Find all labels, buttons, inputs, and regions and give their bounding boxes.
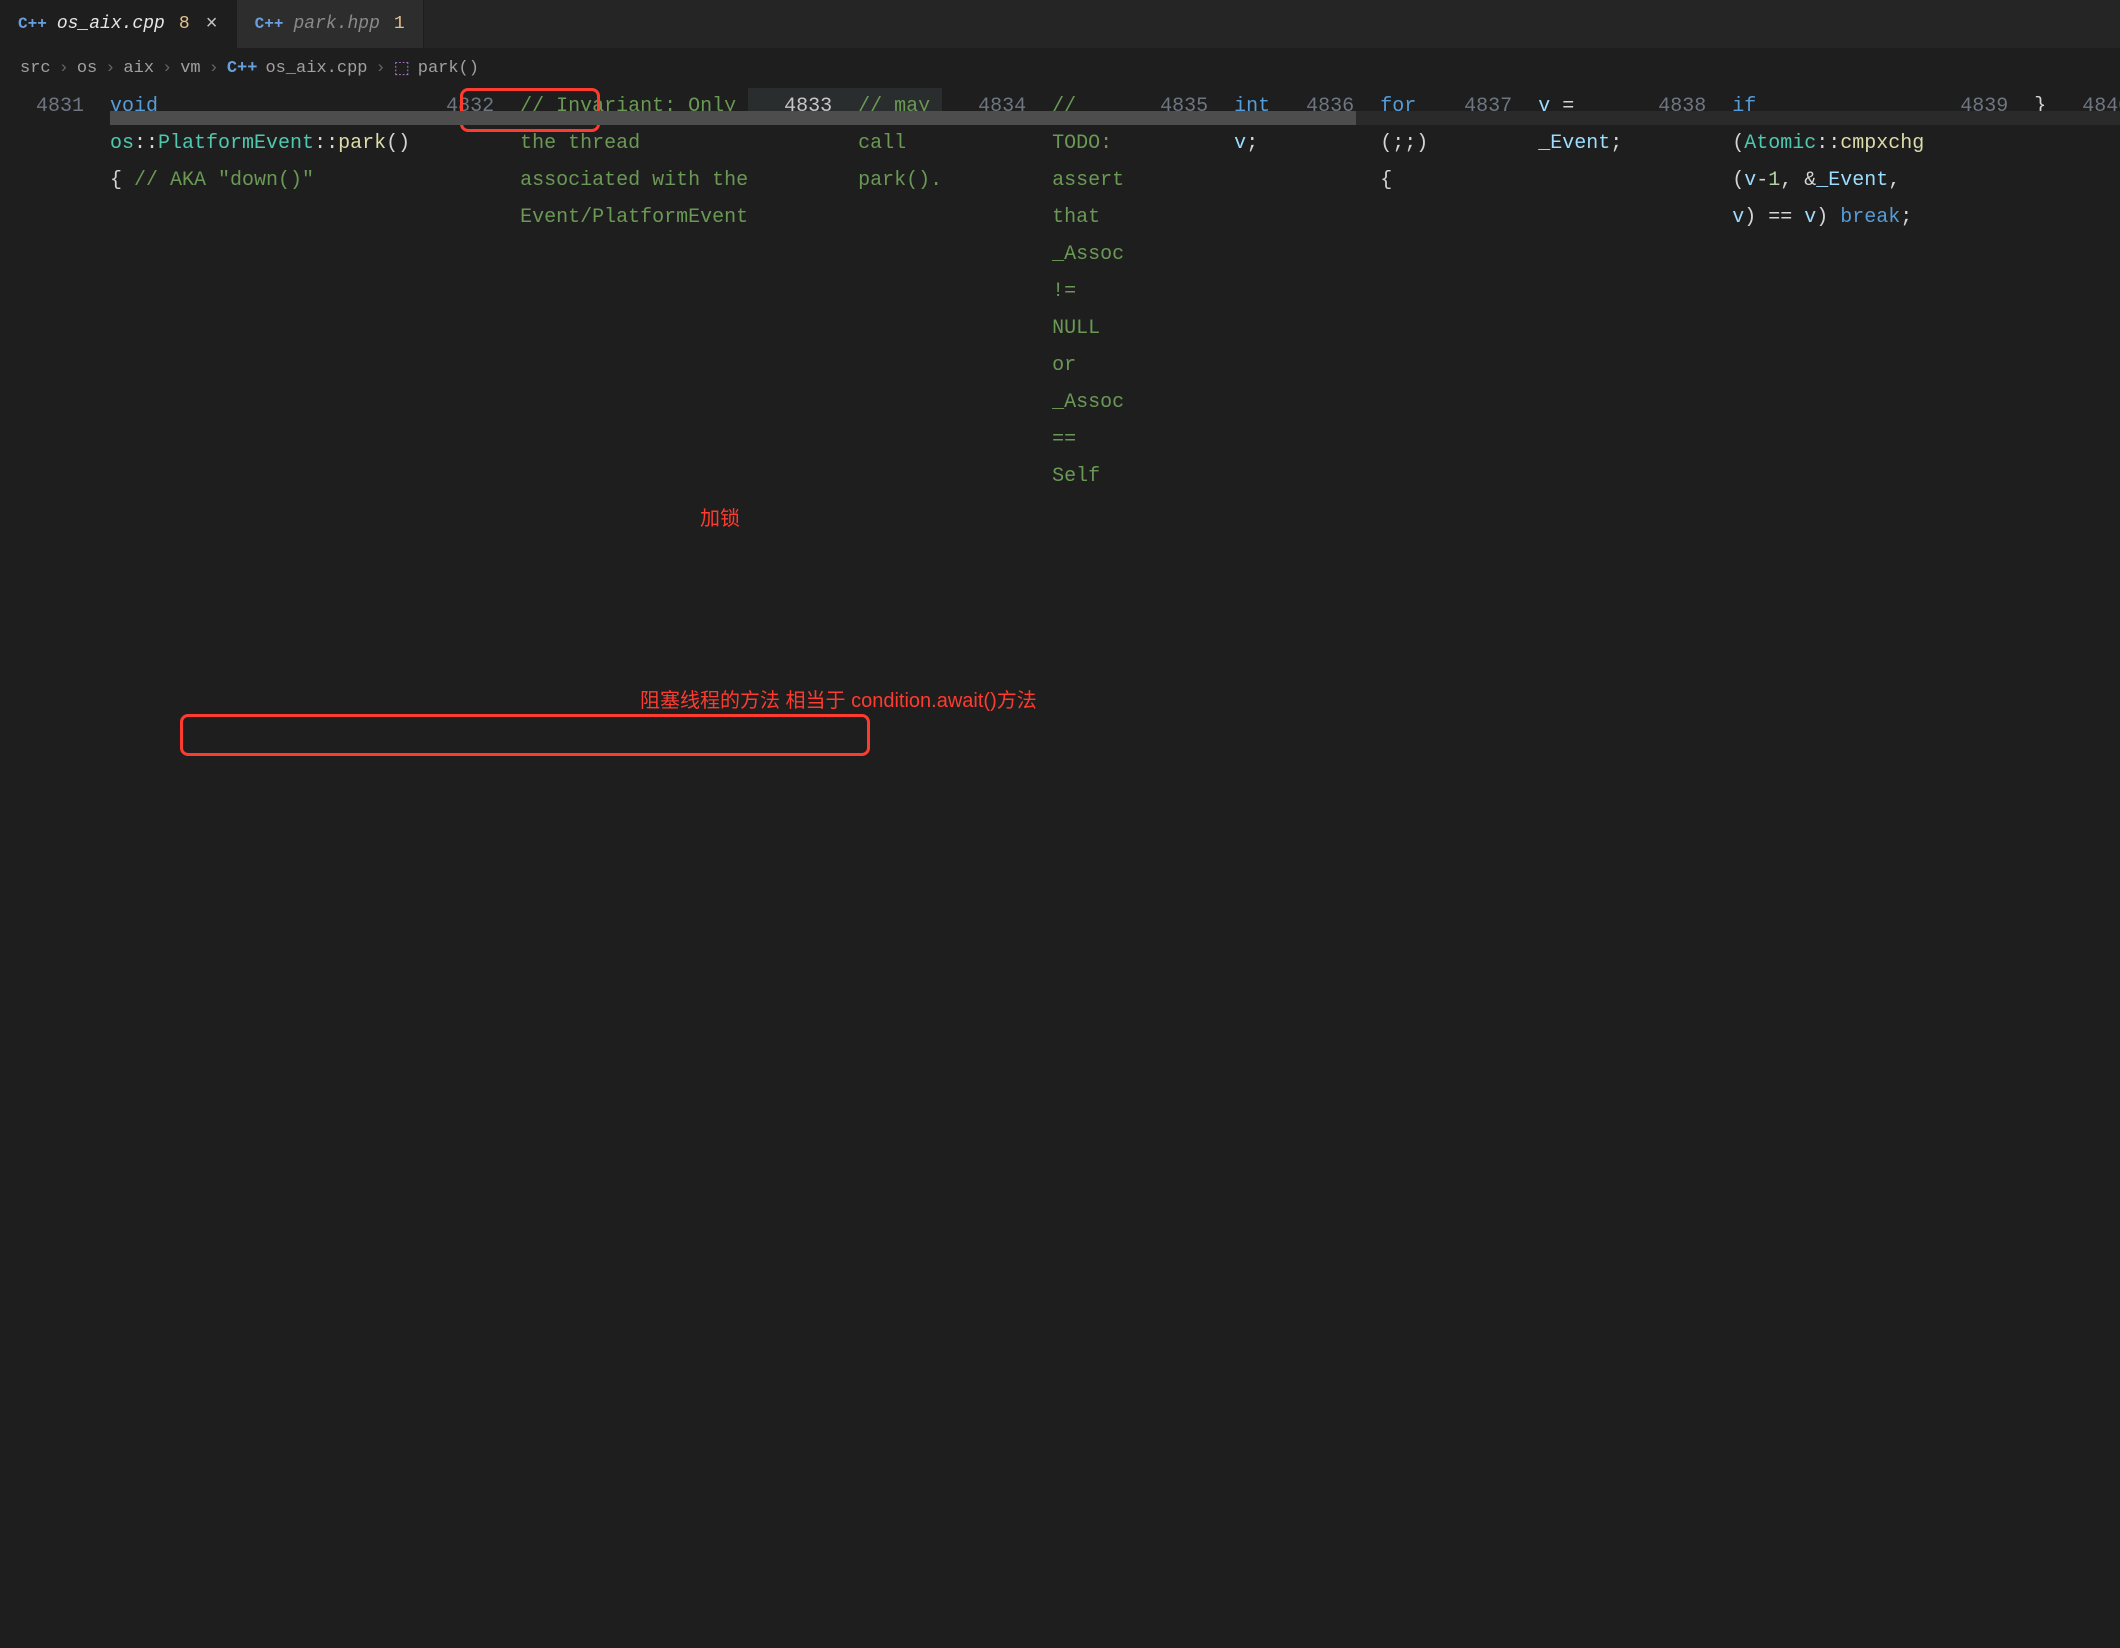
line-number[interactable]: 4831 [0, 88, 110, 125]
scrollbar-thumb[interactable] [110, 111, 1356, 125]
horizontal-scrollbar[interactable] [110, 111, 2120, 125]
cpp-icon: C++ [227, 59, 258, 78]
breadcrumb-symbol[interactable]: park() [418, 59, 479, 78]
tab-label: os_aix.cpp [57, 14, 165, 34]
cpp-icon: C++ [255, 15, 284, 33]
tab-label: park.hpp [293, 14, 379, 34]
breadcrumb-part[interactable]: vm [180, 59, 200, 78]
breadcrumb-part[interactable]: aix [123, 59, 154, 78]
chevron-right-icon: › [209, 59, 219, 78]
annotation-box-condwait [180, 714, 870, 756]
tab-badge: 1 [394, 14, 405, 34]
breadcrumb[interactable]: src › os › aix › vm › C++ os_aix.cpp › ⬚ park… [0, 48, 2120, 88]
annotation-await: 阻塞线程的方法 相当于 condition.await()方法 [640, 684, 1037, 713]
tab-badge: 8 [179, 14, 190, 34]
chevron-right-icon: › [375, 59, 385, 78]
breadcrumb-file[interactable]: os_aix.cpp [265, 59, 367, 78]
chevron-right-icon: › [162, 59, 172, 78]
tab-os-aix-cpp[interactable]: C++ os_aix.cpp 8 × [0, 0, 237, 48]
symbol-icon: ⬚ [394, 58, 410, 79]
tab-park-hpp[interactable]: C++ park.hpp 1 [237, 0, 424, 48]
code-editor[interactable]: 4831void os::PlatformEvent::park() { // … [0, 88, 2120, 125]
annotation-lock: 加锁 [700, 502, 740, 531]
tab-bar: C++ os_aix.cpp 8 × C++ park.hpp 1 [0, 0, 2120, 48]
cpp-icon: C++ [18, 15, 47, 33]
chevron-right-icon: › [105, 59, 115, 78]
chevron-right-icon: › [59, 59, 69, 78]
breadcrumb-part[interactable]: src [20, 59, 51, 78]
breadcrumb-part[interactable]: os [77, 59, 97, 78]
close-icon[interactable]: × [206, 13, 218, 36]
